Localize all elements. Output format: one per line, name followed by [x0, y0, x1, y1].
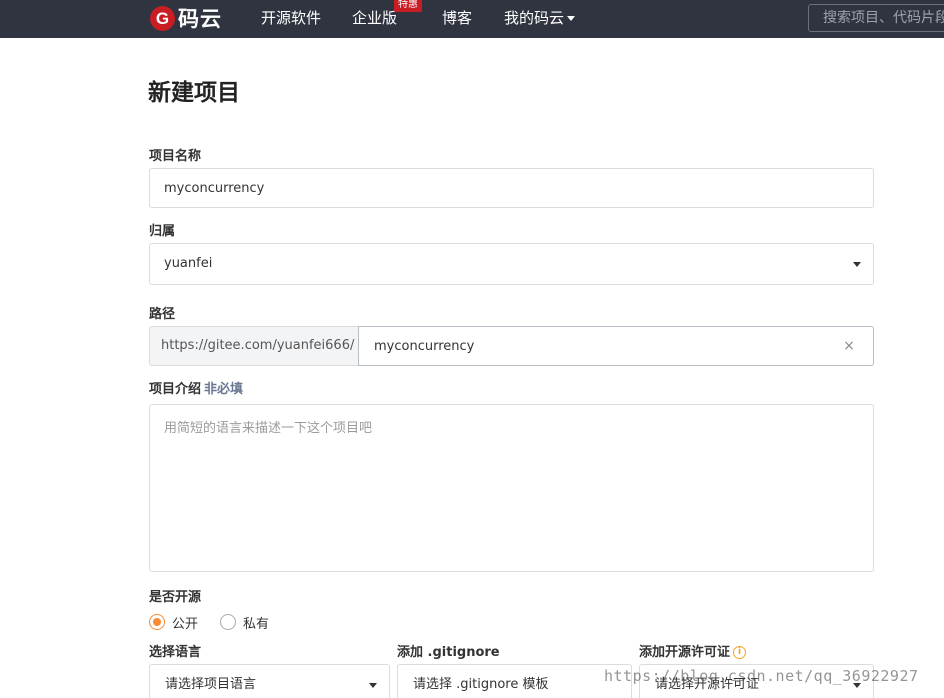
language-select[interactable]: 请选择项目语言 — [149, 664, 390, 698]
description-textarea[interactable] — [149, 404, 874, 572]
owner-value: yuanfei — [164, 256, 213, 271]
optional-hint: 非必填 — [204, 382, 244, 397]
nav-my-gitee[interactable]: 我的码云 — [504, 8, 576, 28]
logo-text: 码云 — [178, 7, 222, 31]
search-input[interactable] — [808, 4, 944, 32]
license-label: 添加开源许可证 i — [639, 644, 747, 662]
owner-select[interactable]: yuanfei — [149, 243, 874, 285]
nav-enterprise[interactable]: 企业版 — [352, 8, 397, 28]
nav-my-gitee-label: 我的码云 — [504, 9, 565, 27]
clear-icon[interactable]: × — [842, 337, 856, 355]
visibility-radio-group: 公开 私有 — [149, 612, 291, 632]
public-radio-label[interactable]: 公开 — [172, 613, 198, 632]
promo-badge: 特惠 — [394, 0, 422, 12]
path-input[interactable] — [358, 326, 874, 366]
private-radio[interactable] — [220, 614, 237, 630]
language-label: 选择语言 — [149, 645, 202, 660]
path-prefix: https://gitee.com/yuanfei666/ — [149, 326, 358, 366]
private-radio-label[interactable]: 私有 — [243, 613, 269, 632]
language-placeholder: 请选择项目语言 — [165, 677, 257, 692]
chevron-down-icon — [567, 16, 576, 21]
owner-label: 归属 — [149, 224, 176, 239]
chevron-down-icon — [853, 262, 861, 267]
gitignore-label: 添加 .gitignore — [397, 645, 500, 660]
page-title: 新建项目 — [148, 80, 240, 106]
info-icon[interactable]: i — [733, 646, 747, 659]
project-name-label: 项目名称 — [149, 149, 202, 164]
gitee-logo[interactable]: G 码云 — [150, 5, 222, 31]
license-label-text: 添加开源许可证 — [639, 645, 731, 660]
path-label: 路径 — [149, 307, 176, 322]
description-label-text: 项目介绍 — [149, 382, 202, 397]
chevron-down-icon — [369, 683, 377, 688]
project-name-input[interactable] — [149, 168, 874, 208]
visibility-label: 是否开源 — [149, 590, 202, 605]
nav-open-source[interactable]: 开源软件 — [261, 8, 321, 28]
description-label: 项目介绍 非必填 — [149, 381, 243, 399]
nav-blog[interactable]: 博客 — [442, 8, 472, 28]
top-navbar: G 码云 开源软件 企业版 特惠 博客 我的码云 — [0, 0, 944, 38]
gitignore-select[interactable]: 请选择 .gitignore 模板 — [397, 664, 632, 698]
public-radio[interactable] — [149, 614, 165, 630]
gitignore-placeholder: 请选择 .gitignore 模板 — [413, 677, 549, 692]
watermark: https://blog.csdn.net/qq_36922927 — [604, 667, 919, 685]
logo-icon: G — [150, 5, 175, 31]
